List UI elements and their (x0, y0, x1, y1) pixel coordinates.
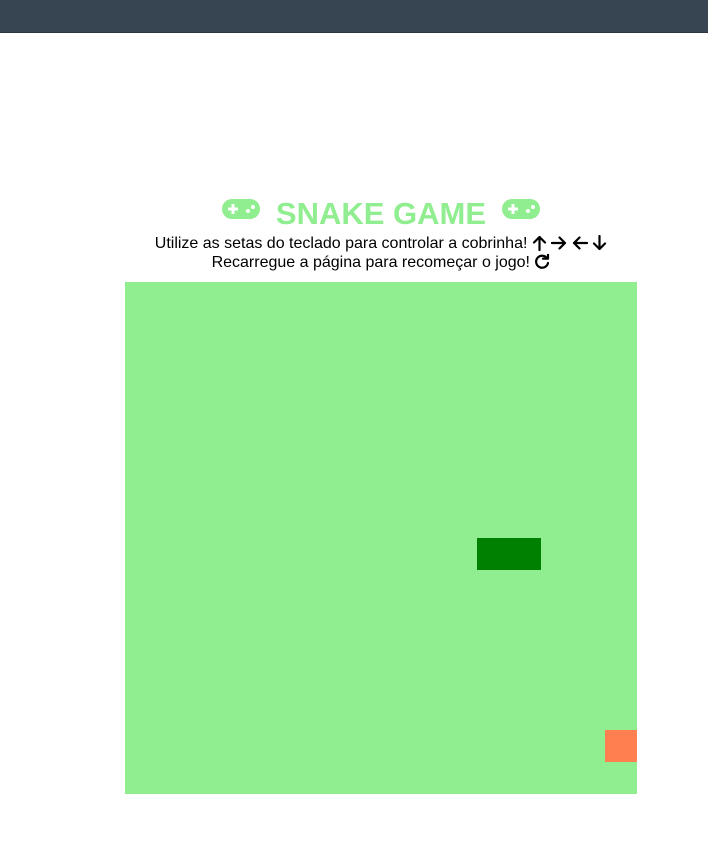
gamepad-icon (501, 192, 541, 230)
arrow-left-icon (572, 236, 588, 250)
instructions-reload-text: Recarregue a página para recomeçar o jog… (211, 254, 530, 271)
arrow-right-icon (551, 236, 567, 250)
gamepad-icon (221, 192, 261, 230)
game-title-text: SNAKE GAME (275, 195, 487, 231)
reload-icon (535, 252, 550, 269)
arrow-up-icon (532, 235, 546, 252)
instructions-line-reload: Recarregue a página para recomeçar o jog… (0, 252, 708, 272)
instructions-line-controls: Utilize as setas do teclado para control… (0, 234, 708, 253)
arrow-down-icon (593, 234, 607, 251)
snake-segment (509, 538, 541, 570)
instructions-controls-text: Utilize as setas do teclado para control… (154, 235, 528, 252)
browser-top-bar (0, 0, 708, 33)
snake-segment (477, 538, 509, 570)
game-title: SNAKE GAME (0, 193, 708, 233)
food-item (605, 730, 637, 762)
game-board[interactable] (125, 282, 637, 794)
